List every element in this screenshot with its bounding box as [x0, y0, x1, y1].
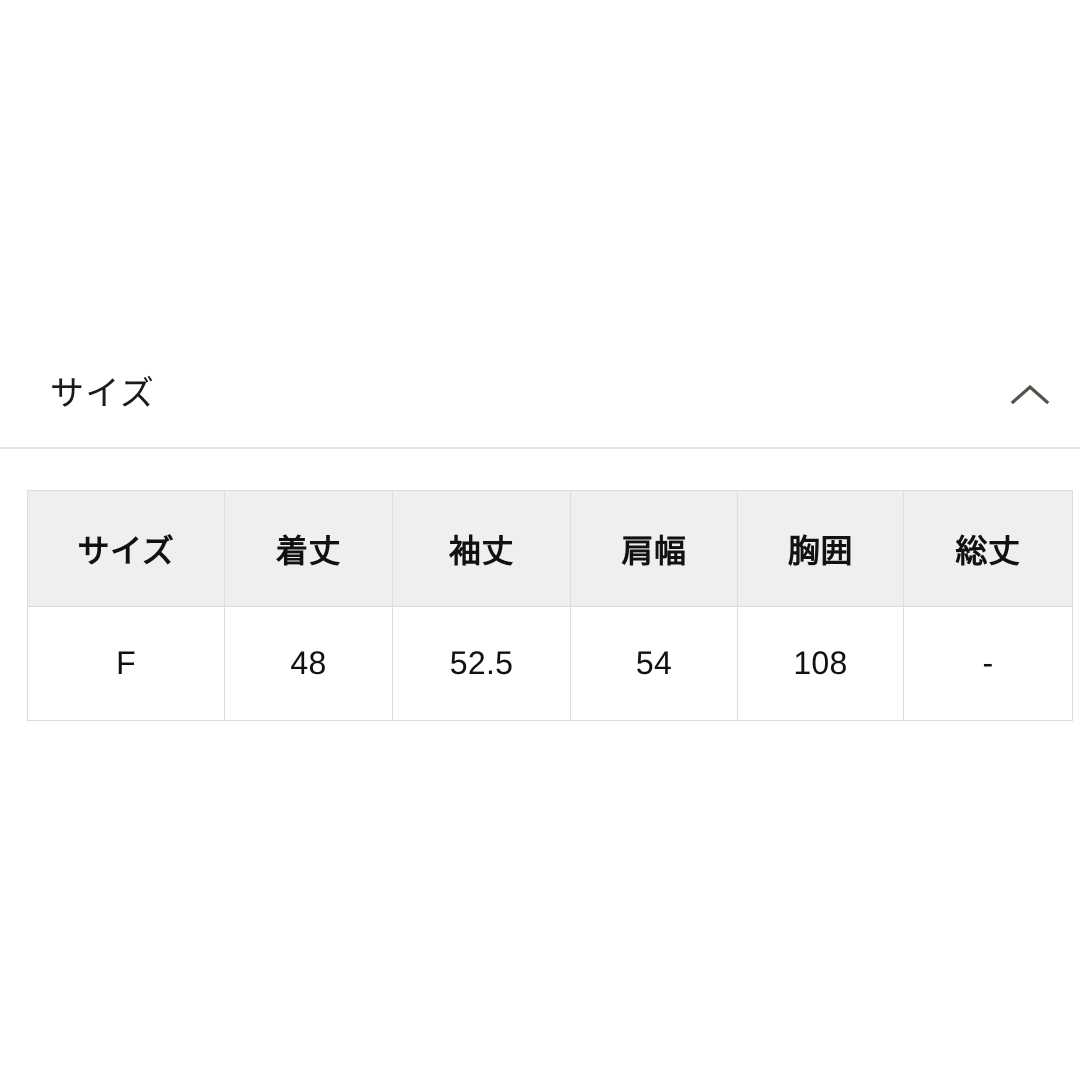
size-table-wrapper: サイズ 着丈 袖丈 肩幅 胸囲 総丈 F 48 52.5 54 108 -: [27, 490, 1073, 721]
size-section-header[interactable]: サイズ: [0, 341, 1080, 449]
table-header-row: サイズ 着丈 袖丈 肩幅 胸囲 総丈: [27, 490, 1073, 607]
size-table: サイズ 着丈 袖丈 肩幅 胸囲 総丈 F 48 52.5 54 108 -: [27, 490, 1073, 721]
cell-body-length: 48: [224, 606, 393, 721]
size-table-body: F 48 52.5 54 108 -: [27, 606, 1073, 721]
column-header-chest: 胸囲: [737, 490, 904, 607]
cell-chest: 108: [737, 606, 904, 721]
cell-total-length: -: [903, 606, 1073, 721]
size-section-page: サイズ サイズ 着丈 袖丈 肩幅 胸囲 総丈 F 48 52.5 54 108 …: [0, 0, 1080, 1080]
column-header-shoulder-width: 肩幅: [570, 490, 738, 607]
table-row: F 48 52.5 54 108 -: [27, 606, 1073, 721]
size-table-head: サイズ 着丈 袖丈 肩幅 胸囲 総丈: [27, 490, 1073, 607]
column-header-size: サイズ: [27, 490, 225, 607]
chevron-up-icon[interactable]: [1002, 366, 1058, 422]
cell-sleeve-length: 52.5: [392, 606, 571, 721]
column-header-sleeve-length: 袖丈: [392, 490, 571, 607]
page-title: サイズ: [50, 375, 156, 413]
cell-shoulder-width: 54: [570, 606, 738, 721]
column-header-body-length: 着丈: [224, 490, 393, 607]
cell-size: F: [27, 606, 225, 721]
column-header-total-length: 総丈: [903, 490, 1073, 607]
